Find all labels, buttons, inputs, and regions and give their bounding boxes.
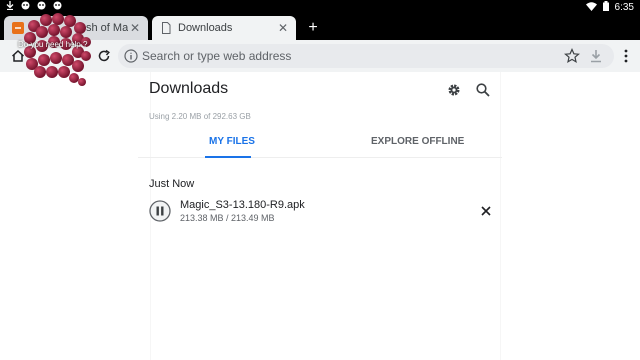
new-tab-button[interactable]: + — [305, 18, 321, 38]
info-icon[interactable] — [124, 49, 138, 63]
help-bubble-graphic — [24, 13, 91, 86]
download-page-icon[interactable] — [588, 48, 604, 64]
reload-icon[interactable] — [94, 46, 114, 66]
downloads-page: Downloads Using 2.20 MB of 292.63 GB MY … — [0, 72, 640, 360]
address-placeholder: Search or type web address — [142, 49, 292, 63]
downloads-tabs: MY FILES EXPLORE OFFLINE — [138, 130, 502, 158]
active-tab-indicator — [205, 156, 251, 158]
status-time: 6:35 — [614, 1, 634, 13]
search-icon[interactable] — [475, 82, 491, 98]
close-icon[interactable]: ✕ — [276, 21, 290, 35]
tab-strip: sh of Magic ✕ Downloads ✕ + — [0, 14, 640, 40]
tab-downloads[interactable]: Downloads ✕ — [152, 16, 296, 40]
status-right-icons: 6:35 — [585, 1, 634, 14]
downloads-content: Downloads Using 2.20 MB of 292.63 GB MY … — [138, 72, 502, 360]
browser-toolbar: Search or type web address — [0, 40, 640, 72]
address-bar[interactable]: Search or type web address — [118, 44, 614, 68]
help-text[interactable]: Do you need help ? — [18, 40, 87, 49]
bookmark-star-icon[interactable] — [564, 48, 580, 64]
tab-explore-offline[interactable]: EXPLORE OFFLINE — [371, 136, 464, 147]
battery-icon — [602, 1, 609, 14]
tab-my-files[interactable]: MY FILES — [209, 136, 255, 147]
status-bar: 6:35 — [0, 0, 640, 14]
close-icon[interactable]: ✕ — [128, 21, 142, 35]
gear-icon[interactable] — [446, 82, 462, 98]
close-icon[interactable] — [478, 203, 494, 219]
file-size: 213.38 MB / 213.49 MB — [180, 213, 275, 223]
page-title: Downloads — [149, 80, 229, 97]
storage-usage: Using 2.20 MB of 292.63 GB — [149, 112, 251, 121]
download-item[interactable]: Magic_S3-13.180-R9.apk 213.38 MB / 213.4… — [138, 196, 502, 228]
menu-icon[interactable] — [616, 46, 636, 66]
pause-icon[interactable] — [149, 200, 171, 222]
download-icon — [6, 1, 14, 13]
wifi-icon — [585, 1, 597, 14]
section-header: Just Now — [149, 178, 195, 190]
page-icon — [162, 22, 171, 34]
tab-title: Downloads — [178, 22, 233, 34]
help-bubble[interactable] — [22, 12, 94, 88]
file-name: Magic_S3-13.180-R9.apk — [180, 199, 305, 211]
